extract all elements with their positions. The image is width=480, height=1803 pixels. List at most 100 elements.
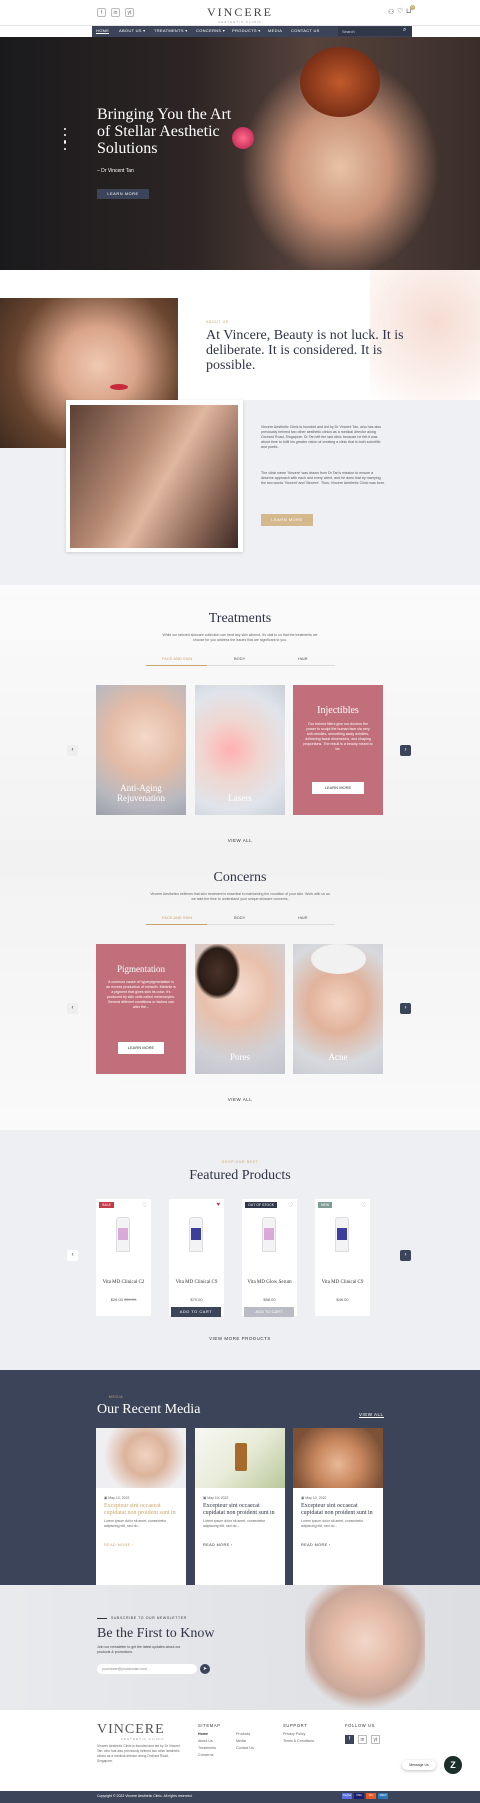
media-card-excerpt: Lorem ipsum dolor sit amet, consectetur … bbox=[203, 1519, 266, 1528]
product-name: Vita MD Clinical C9 bbox=[321, 1280, 364, 1285]
footer-link[interactable]: About Us bbox=[198, 1738, 216, 1745]
footer-about: Vincere Aesthetic Clinic is founded and … bbox=[97, 1744, 180, 1763]
concern-card-label: Acne bbox=[328, 1052, 348, 1062]
nav-concerns[interactable]: CONCERNS ▾ bbox=[196, 28, 225, 33]
media-date-text: May 10, 2022 bbox=[108, 1496, 130, 1500]
footer-link[interactable]: Products bbox=[236, 1731, 254, 1738]
treatments-next-arrow[interactable]: › bbox=[400, 745, 411, 756]
media-view-all[interactable]: VIEW ALL bbox=[359, 1412, 384, 1418]
serum-bottle-image bbox=[235, 1443, 247, 1471]
wishlist-heart-icon[interactable]: ♡ bbox=[288, 1202, 293, 1209]
concerns-next-arrow[interactable]: › bbox=[400, 1003, 411, 1014]
read-more-link[interactable]: READ MORE › bbox=[301, 1543, 331, 1547]
treatment-card-anti-aging[interactable]: Anti-Aging Rejuvenation bbox=[96, 685, 186, 815]
pigmentation-learn-more-button[interactable]: LEARN MORE bbox=[118, 1042, 164, 1054]
product-card-4[interactable]: NEW ♡ Vita MD Clinical C9 $46.00 bbox=[315, 1199, 370, 1316]
concerns-prev-arrow[interactable]: ‹ bbox=[67, 1003, 78, 1014]
footer-link[interactable]: Privacy Policy bbox=[283, 1731, 314, 1738]
footer-facebook-icon[interactable]: f bbox=[345, 1735, 354, 1744]
add-to-cart-button[interactable]: ADD TO CART bbox=[171, 1307, 221, 1317]
about-image-2 bbox=[70, 405, 238, 548]
new-badge: NEW bbox=[318, 1202, 333, 1208]
product-card-3[interactable]: OUT OF STOCK ♡ Vita MD Glow Serum $58.00… bbox=[242, 1199, 297, 1317]
nav-about[interactable]: ABOUT US ▾ bbox=[119, 28, 146, 33]
logo-text: VINCERE bbox=[207, 5, 273, 19]
tab-face-and-skin[interactable]: FACE AND SKIN bbox=[162, 915, 192, 920]
tab-hair[interactable]: HAIR bbox=[298, 656, 308, 661]
treatments-view-all[interactable]: VIEW ALL bbox=[0, 838, 480, 843]
media-card-title[interactable]: Excepteur sint occaecat cupidatat non pr… bbox=[301, 1503, 377, 1517]
tab-active-underline bbox=[146, 665, 207, 666]
newsletter-email-input[interactable]: yourname@yourdomain.com bbox=[97, 1664, 197, 1674]
footer-logo[interactable]: VINCERE bbox=[97, 1722, 165, 1738]
wishlist-heart-icon[interactable]: ♥ bbox=[216, 1202, 220, 1208]
treatment-card-text: Our trained fillers give our doctors the… bbox=[303, 722, 373, 751]
footer-link[interactable]: Contact Us bbox=[236, 1745, 254, 1752]
facebook-icon[interactable]: f bbox=[97, 8, 106, 17]
instagram-icon[interactable]: in bbox=[111, 8, 120, 17]
concern-card-pores[interactable]: Pores bbox=[195, 944, 285, 1074]
chat-label[interactable]: Message Us bbox=[402, 1760, 436, 1770]
wishlist-heart-icon[interactable]: ♡ bbox=[361, 1202, 366, 1209]
footer-link[interactable]: Home bbox=[198, 1731, 216, 1738]
footer-link[interactable]: Media bbox=[236, 1738, 254, 1745]
footer-instagram-icon[interactable]: in bbox=[358, 1735, 367, 1744]
mastercard-icon: MC bbox=[366, 1793, 376, 1799]
tab-body[interactable]: BODY bbox=[234, 656, 245, 661]
treatment-card-lasers[interactable]: Lasers bbox=[195, 685, 285, 815]
products-prev-arrow[interactable]: ‹ bbox=[67, 1250, 78, 1261]
read-more-link[interactable]: READ MORE › bbox=[203, 1543, 233, 1547]
product-price-current: $26.00 bbox=[110, 1297, 123, 1302]
tab-face-and-skin[interactable]: FACE AND SKIN bbox=[162, 656, 192, 661]
product-price: $58.00 bbox=[263, 1297, 276, 1302]
concern-card-pigmentation[interactable]: Pigmentation A common cause of hyperpigm… bbox=[96, 944, 186, 1074]
view-more-products-link[interactable]: VIEW MORE PRODUCTS bbox=[0, 1336, 480, 1341]
hero-learn-more-button[interactable]: LEARN MORE bbox=[97, 189, 149, 199]
injectibles-learn-more-button[interactable]: LEARN MORE bbox=[312, 782, 364, 794]
read-more-link[interactable]: READ MORE › bbox=[104, 1543, 134, 1547]
youtube-icon[interactable]: yt bbox=[125, 8, 134, 17]
tab-underline bbox=[207, 924, 335, 925]
user-icon[interactable]: ⚇ bbox=[388, 8, 394, 16]
newsletter-submit-button[interactable]: ➤ bbox=[200, 1664, 210, 1674]
footer-youtube-icon[interactable]: yt bbox=[371, 1735, 380, 1744]
wishlist-heart-icon[interactable]: ♡ bbox=[142, 1202, 147, 1209]
site-logo[interactable]: VINCERE AESTHETIC CLINIC bbox=[195, 5, 285, 24]
footer-link[interactable]: Terms & Conditions bbox=[283, 1738, 314, 1745]
nav-products[interactable]: PRODUCTS ▾ bbox=[232, 28, 261, 33]
media-card-title[interactable]: Excepteur sint occaecat cupidatat non pr… bbox=[104, 1503, 180, 1517]
newsletter-image bbox=[305, 1585, 425, 1710]
newsletter-title: Be the First to Know bbox=[97, 1626, 215, 1641]
nav-treatments[interactable]: TREATMENTS ▾ bbox=[154, 28, 188, 33]
heart-icon[interactable]: ♡ bbox=[397, 7, 403, 15]
add-to-cart-button-disabled[interactable]: ADD TO CART bbox=[244, 1307, 294, 1317]
tab-body[interactable]: BODY bbox=[234, 915, 245, 920]
footer-link[interactable]: Concerns bbox=[198, 1752, 216, 1759]
treatments-title: Treatments bbox=[208, 611, 272, 626]
treatments-prev-arrow[interactable]: ‹ bbox=[67, 745, 78, 756]
search-input[interactable]: Search bbox=[338, 27, 412, 36]
tab-hair[interactable]: HAIR bbox=[298, 915, 308, 920]
nav-contact[interactable]: CONTACT US bbox=[291, 28, 320, 33]
treatment-card-injectibles[interactable]: Injectibles Our trained fillers give our… bbox=[293, 685, 383, 815]
media-card-title[interactable]: Excepteur sint occaecat cupidatat non pr… bbox=[203, 1503, 279, 1517]
media-card-excerpt: Lorem ipsum dolor sit amet, consectetur … bbox=[301, 1519, 364, 1528]
about-tag: ABOUT US bbox=[206, 320, 229, 324]
concern-card-acne[interactable]: Acne bbox=[293, 944, 383, 1074]
products-title: Featured Products bbox=[189, 1168, 291, 1183]
footer-link[interactable]: Treatments bbox=[198, 1745, 216, 1752]
products-next-arrow[interactable]: › bbox=[400, 1250, 411, 1261]
nav-home[interactable]: HOME bbox=[96, 28, 110, 34]
product-card-1[interactable]: SALE ♡ Vita MD Clinical C2 $26.00 $30.00 bbox=[96, 1199, 151, 1316]
about-quote: At Vincere, Beauty is not luck. It is de… bbox=[206, 328, 404, 373]
media-image bbox=[195, 1428, 285, 1488]
hero-pagination[interactable] bbox=[64, 128, 66, 156]
product-card-2[interactable]: ♥ Vita MD Clinical C9 $70.00 ADD TO CART bbox=[169, 1199, 224, 1317]
nav-media[interactable]: MEDIA bbox=[268, 28, 282, 33]
about-learn-more-button[interactable]: LEARN MORE bbox=[261, 514, 313, 526]
concerns-tabs: FACE AND SKIN BODY HAIR bbox=[0, 915, 480, 927]
search-icon[interactable]: ⌕ bbox=[403, 27, 406, 34]
media-date: ▣ May 10, 2022 bbox=[203, 1496, 229, 1500]
concerns-view-all[interactable]: VIEW ALL bbox=[0, 1097, 480, 1102]
chat-widget-icon[interactable]: Z bbox=[444, 1756, 462, 1774]
